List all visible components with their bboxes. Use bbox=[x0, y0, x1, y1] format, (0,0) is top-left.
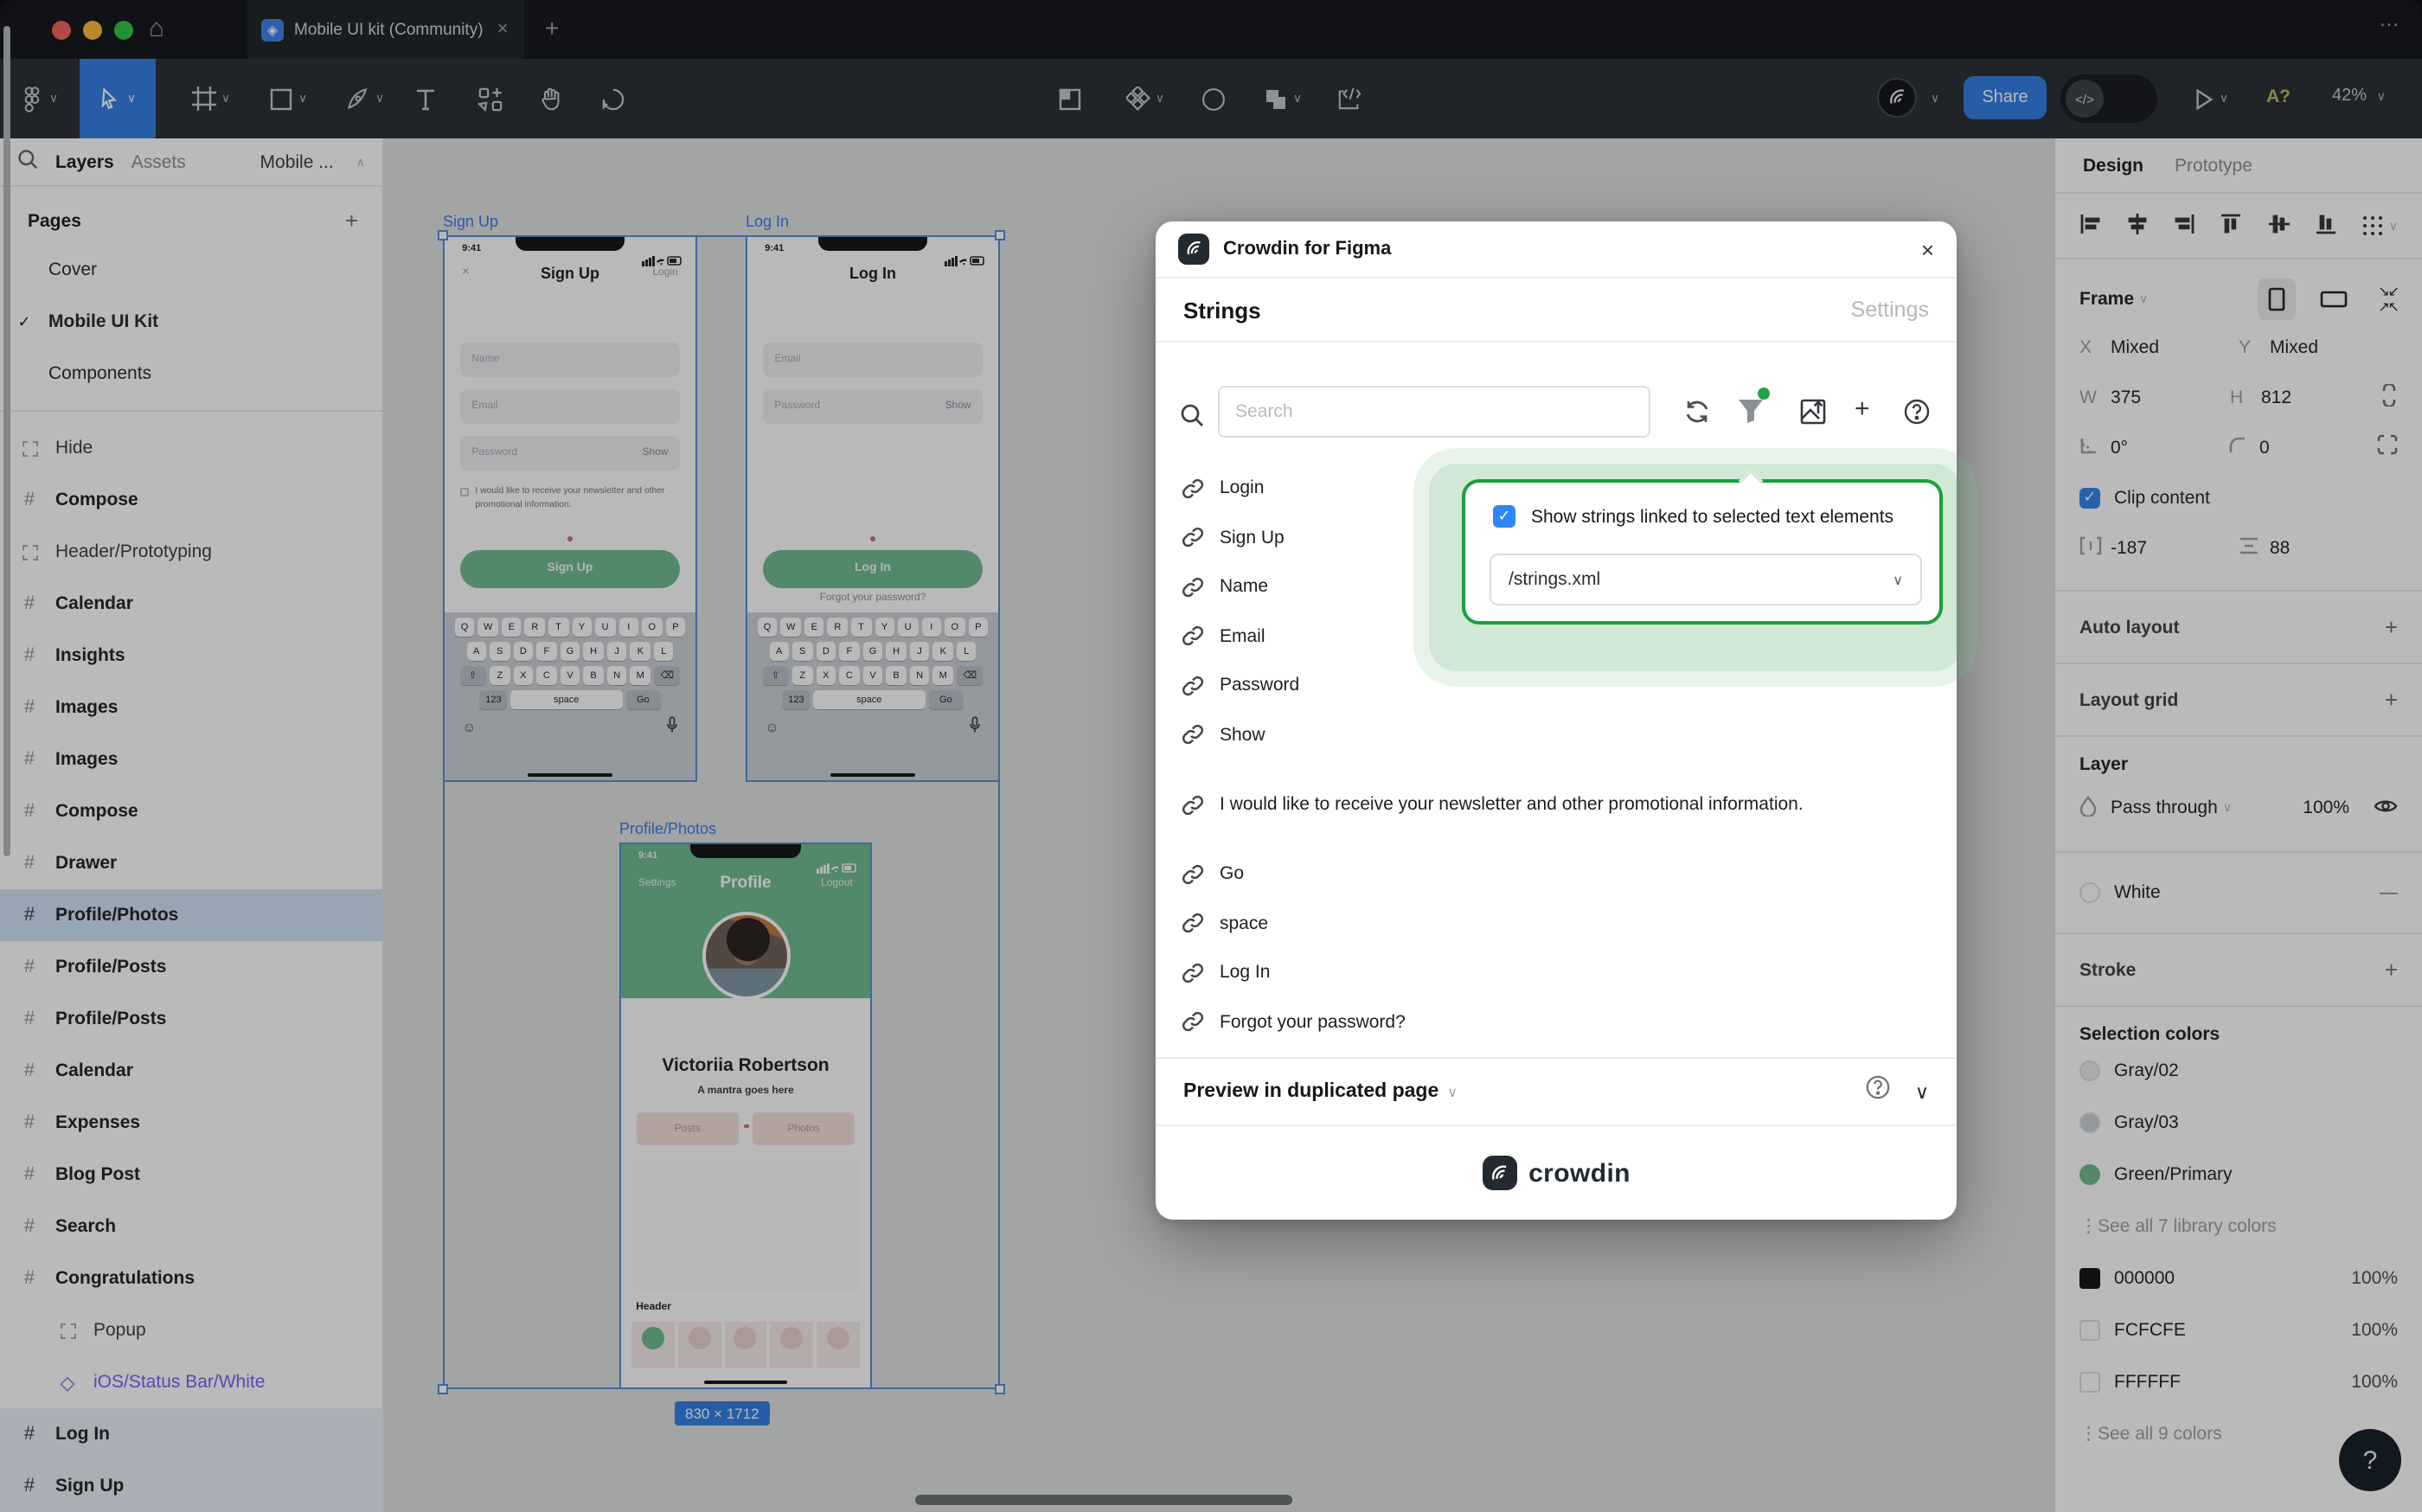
link-icon bbox=[1180, 960, 1208, 986]
crowdin-logo-icon bbox=[1178, 234, 1209, 265]
tab-strings[interactable]: Strings bbox=[1183, 297, 1261, 323]
string-text: Log In bbox=[1220, 960, 1322, 984]
link-icon bbox=[1180, 862, 1208, 887]
string-text: Email bbox=[1220, 624, 1317, 648]
plugin-overlay: Crowdin for Figma × Strings Settings Sea… bbox=[0, 0, 2422, 1512]
string-item[interactable]: Log In bbox=[1156, 948, 1957, 997]
link-icon bbox=[1180, 791, 1208, 817]
filter-tooltip: ✓ Show strings linked to selected text e… bbox=[1462, 479, 1943, 625]
filter-active-dot bbox=[1758, 388, 1770, 400]
linked-strings-label: Show strings linked to selected text ele… bbox=[1531, 506, 1893, 527]
linked-strings-checkbox[interactable]: ✓ bbox=[1493, 505, 1515, 528]
sync-icon[interactable] bbox=[1683, 398, 1711, 434]
string-item[interactable]: Go bbox=[1156, 849, 1957, 899]
link-icon bbox=[1180, 722, 1208, 748]
strings-file-select[interactable]: /strings.xml∨ bbox=[1490, 554, 1922, 605]
link-icon bbox=[1180, 476, 1208, 502]
link-icon bbox=[1180, 911, 1208, 937]
string-item[interactable]: Show bbox=[1156, 710, 1957, 759]
string-item[interactable]: Forgot your password? bbox=[1156, 997, 1957, 1047]
string-text: space bbox=[1220, 911, 1320, 935]
string-text: Go bbox=[1220, 862, 1296, 886]
add-string-button[interactable]: + bbox=[1855, 394, 1870, 424]
link-icon bbox=[1180, 1009, 1208, 1035]
link-icon bbox=[1180, 624, 1208, 650]
expand-icon[interactable]: ∨ bbox=[1915, 1080, 1929, 1103]
crowdin-wordmark: crowdin bbox=[1528, 1158, 1631, 1188]
link-icon bbox=[1180, 525, 1208, 551]
tab-settings[interactable]: Settings bbox=[1851, 298, 1929, 322]
figma-window: ⌂ ◈ Mobile UI kit (Community) × + … ∨ ∨ … bbox=[0, 0, 2422, 1512]
export-icon[interactable] bbox=[1799, 398, 1829, 434]
filter-icon[interactable] bbox=[1737, 398, 1765, 432]
modal-title: Crowdin for Figma bbox=[1223, 239, 1391, 259]
string-text: Show bbox=[1220, 722, 1317, 746]
crowdin-logo-icon bbox=[1482, 1156, 1516, 1190]
search-icon bbox=[1180, 403, 1204, 436]
string-item[interactable]: space bbox=[1156, 899, 1957, 948]
preview-dropdown[interactable]: Preview in duplicated page bbox=[1183, 1081, 1438, 1102]
link-icon bbox=[1180, 673, 1208, 699]
modal-close-button[interactable]: × bbox=[1921, 236, 1934, 262]
crowdin-footer: crowdin bbox=[1156, 1124, 1957, 1220]
help-icon[interactable] bbox=[1903, 398, 1931, 434]
crowdin-plugin-modal: Crowdin for Figma × Strings Settings Sea… bbox=[1156, 221, 1957, 1220]
string-text: Forgot your password? bbox=[1220, 1009, 1458, 1034]
preview-help-icon[interactable] bbox=[1865, 1074, 1891, 1109]
string-item[interactable]: I would like to receive your newsletter … bbox=[1156, 759, 1957, 849]
string-text: Password bbox=[1220, 673, 1351, 697]
string-text: I would like to receive your newsletter … bbox=[1220, 792, 1855, 817]
string-text: Name bbox=[1220, 574, 1320, 599]
string-text: Sign Up bbox=[1220, 525, 1336, 549]
search-input[interactable]: Search bbox=[1218, 386, 1650, 438]
string-text: Login bbox=[1220, 476, 1316, 500]
link-icon bbox=[1180, 574, 1208, 600]
